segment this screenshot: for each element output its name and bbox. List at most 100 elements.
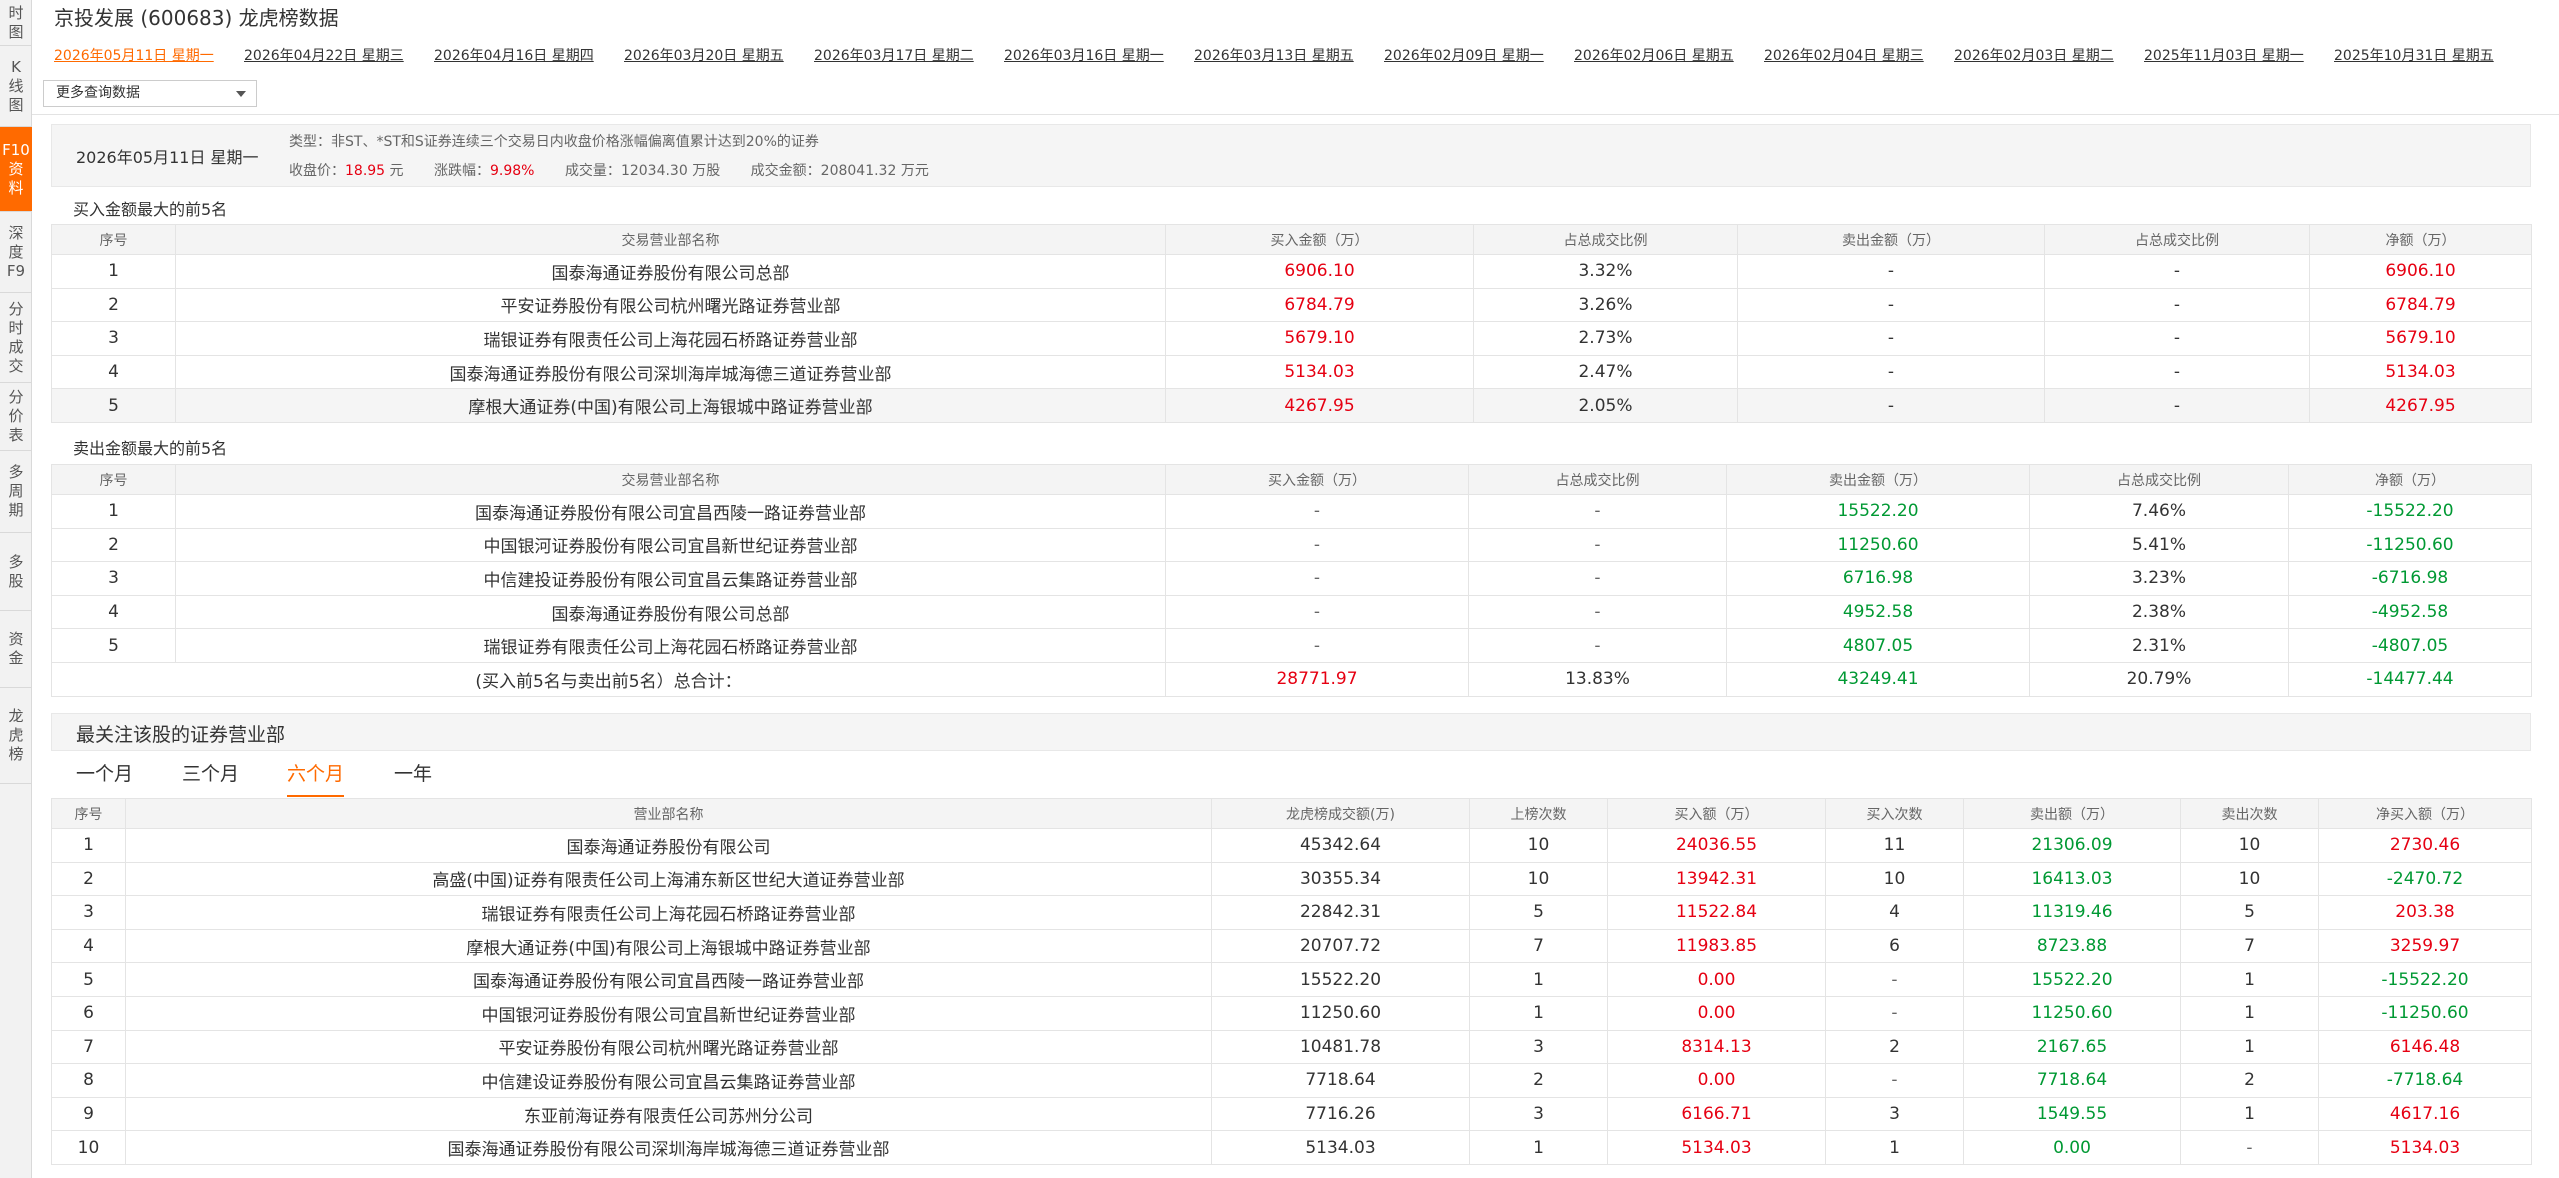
sidebar-item[interactable]: 分时成交 bbox=[0, 293, 32, 383]
table-cell: 6 bbox=[1825, 928, 1964, 964]
table-row[interactable]: 5 摩根大通证券(中国)有限公司上海银城中路证券营业部 4267.95 2.05% - -… bbox=[51, 388, 2532, 423]
table-cell: 5 bbox=[51, 962, 126, 997]
table-row[interactable]: 1 国泰海通证券股份有限公司宜昌西陵一路证券营业部 - -15522.20 7.46% -… bbox=[51, 494, 2532, 529]
column-header: 上榜次数 bbox=[1469, 798, 1608, 829]
table-cell: 0.00 bbox=[1607, 1063, 1826, 1098]
table-row[interactable]: 2 高盛(中国)证券有限责任公司上海浦东新区世纪大道证券营业部 30355.34 10… bbox=[51, 861, 2532, 897]
date-tab[interactable]: 2026年02月06日 星期五 bbox=[1574, 45, 1734, 67]
table-cell: - bbox=[1825, 995, 1964, 1031]
table-cell: - bbox=[2044, 254, 2310, 289]
close-price-value: 18.95 bbox=[345, 163, 386, 179]
table-header-row: 序号 营业部名称 龙虎榜成交额(万) 上榜次数 买入额（万） 买入次数 卖出额（万） 卖出次数… bbox=[51, 798, 2532, 829]
table-cell: 瑞银证券有限责任公司上海花园石桥路证券营业部 bbox=[175, 628, 1166, 663]
period-tab[interactable]: 一个月 bbox=[76, 760, 133, 788]
table-row[interactable]: 3 瑞银证券有限责任公司上海花园石桥路证券营业部 22842.31 5 11522.84… bbox=[51, 895, 2532, 930]
column-header: 买入次数 bbox=[1825, 798, 1964, 829]
table-cell: 7718.64 bbox=[1963, 1063, 2181, 1098]
column-header: 卖出金额（万） bbox=[1726, 464, 2030, 495]
table-row[interactable]: 2 中国银河证券股份有限公司宜昌新世纪证券营业部 - -11250.60 5.41% -1… bbox=[51, 527, 2532, 563]
table-row[interactable]: 1 国泰海通证券股份有限公司 45342.64 10 24036.55 11 21306.0… bbox=[51, 828, 2532, 863]
total-cell: 43249.41 bbox=[1726, 661, 2030, 697]
total-cell: 20.79% bbox=[2029, 661, 2289, 697]
sidebar-item-label: F10 bbox=[2, 140, 30, 159]
sidebar-item-label: 深 bbox=[8, 223, 24, 242]
date-tab[interactable]: 2026年03月16日 星期一 bbox=[1004, 45, 1164, 67]
table-row[interactable]: 10 国泰海通证券股份有限公司深圳海岸城海德三道证券营业部 5134.03 1 5134… bbox=[51, 1130, 2532, 1165]
total-label: (买入前5名与卖出前5名）总合计： bbox=[51, 661, 1166, 697]
date-tab[interactable]: 2026年04月16日 星期四 bbox=[434, 45, 594, 67]
table-row[interactable]: 4 摩根大通证券(中国)有限公司上海银城中路证券营业部 20707.72 7 11983… bbox=[51, 928, 2532, 964]
date-tab[interactable]: 2026年03月13日 星期五 bbox=[1194, 45, 1354, 67]
table-cell: 2 bbox=[1469, 1063, 1608, 1098]
left-tool-sidebar: 时图 K 线图 F10 资料深度 F9 分时成交分价表多周期多股资金龙虎榜 bbox=[0, 0, 32, 1178]
date-tab[interactable]: 2026年03月17日 星期二 bbox=[814, 45, 974, 67]
table-cell: 6906.10 bbox=[2309, 254, 2532, 289]
table-cell: - bbox=[1165, 561, 1469, 596]
column-header: 卖出次数 bbox=[2180, 798, 2319, 829]
date-tab[interactable]: 2026年02月03日 星期二 bbox=[1954, 45, 2114, 67]
table-cell: 2730.46 bbox=[2318, 828, 2532, 863]
more-query-dropdown[interactable]: 更多查询数据 bbox=[43, 80, 257, 107]
table-cell: 5 bbox=[2180, 895, 2319, 930]
table-row[interactable]: 5 瑞银证券有限责任公司上海花园石桥路证券营业部 - -4807.05 2.31% -48… bbox=[51, 628, 2532, 663]
column-header: 龙虎榜成交额(万) bbox=[1211, 798, 1470, 829]
sidebar-item[interactable]: 时图 bbox=[0, 0, 32, 46]
table-cell: 4 bbox=[51, 354, 176, 390]
table-row[interactable]: 9 东亚前海证券有限责任公司苏州分公司 7716.26 3 6166.71 3 1549.5… bbox=[51, 1096, 2532, 1132]
total-row: (买入前5名与卖出前5名）总合计： 28771.97 13.83% 43249.41 2… bbox=[51, 661, 2532, 697]
table-cell: 11522.84 bbox=[1607, 895, 1826, 930]
sidebar-item[interactable]: 资金 bbox=[0, 611, 32, 688]
date-tab[interactable]: 2026年05月11日 星期一 bbox=[54, 45, 214, 67]
date-tab[interactable]: 2026年02月09日 星期一 bbox=[1384, 45, 1544, 67]
table-cell: - bbox=[1468, 561, 1727, 596]
table-cell: 10481.78 bbox=[1211, 1029, 1470, 1065]
sidebar-item[interactable]: F10 资料 bbox=[0, 127, 32, 212]
date-tab[interactable]: 2026年02月04日 星期三 bbox=[1764, 45, 1924, 67]
table-row[interactable]: 1 国泰海通证券股份有限公司总部 6906.10 3.32% - -6906.10 bbox=[51, 254, 2532, 289]
table-cell: 中信建设证券股份有限公司宜昌云集路证券营业部 bbox=[125, 1063, 1212, 1098]
period-tab[interactable]: 一年 bbox=[394, 760, 432, 788]
period-tab[interactable]: 三个月 bbox=[182, 760, 239, 788]
table-row[interactable]: 3 中信建投证券股份有限公司宜昌云集路证券营业部 - -6716.98 3.23% -67… bbox=[51, 561, 2532, 596]
table-row[interactable]: 4 国泰海通证券股份有限公司深圳海岸城海德三道证券营业部 5134.03 2.47% -… bbox=[51, 354, 2532, 390]
sidebar-item-label: 料 bbox=[8, 178, 24, 197]
table-cell: 7 bbox=[1469, 928, 1608, 964]
table-row[interactable]: 6 中国银河证券股份有限公司宜昌新世纪证券营业部 11250.60 1 0.00-112… bbox=[51, 995, 2532, 1031]
table-row[interactable]: 8 中信建设证券股份有限公司宜昌云集路证券营业部 7718.64 2 0.00-7718… bbox=[51, 1063, 2532, 1098]
caret-down-icon bbox=[236, 91, 246, 97]
type-label: 类型： bbox=[289, 134, 331, 150]
table-row[interactable]: 7 平安证券股份有限公司杭州曙光路证券营业部 10481.78 3 8314.13 2 21… bbox=[51, 1029, 2532, 1065]
column-header: 序号 bbox=[51, 464, 176, 495]
table-cell: - bbox=[1165, 628, 1469, 663]
table-row[interactable]: 5 国泰海通证券股份有限公司宜昌西陵一路证券营业部 15522.20 1 0.00-15… bbox=[51, 962, 2532, 997]
sidebar-item-label: 时 bbox=[8, 318, 24, 337]
sidebar-item[interactable]: K线图 bbox=[0, 46, 32, 127]
period-tab[interactable]: 六个月 bbox=[287, 760, 345, 797]
sidebar-item[interactable]: 深度 F9 bbox=[0, 212, 32, 293]
table-cell: - bbox=[2180, 1130, 2319, 1165]
table-cell: 国泰海通证券股份有限公司深圳海岸城海德三道证券营业部 bbox=[125, 1130, 1212, 1165]
column-header: 交易营业部名称 bbox=[175, 464, 1166, 495]
date-tab[interactable]: 2025年11月03日 星期一 bbox=[2144, 45, 2304, 67]
date-tab[interactable]: 2026年04月22日 星期三 bbox=[244, 45, 404, 67]
table-cell: 1 bbox=[2180, 1096, 2319, 1132]
change-value: 9.98% bbox=[490, 163, 535, 179]
sidebar-item[interactable]: 分价表 bbox=[0, 383, 32, 451]
table-cell: 11250.60 bbox=[1963, 995, 2181, 1031]
table-row[interactable]: 2 平安证券股份有限公司杭州曙光路证券营业部 6784.79 3.26% - -6784.… bbox=[51, 287, 2532, 323]
sidebar-item[interactable]: 多周期 bbox=[0, 451, 32, 533]
table-cell: -2470.72 bbox=[2318, 861, 2532, 897]
table-cell: 3 bbox=[1469, 1096, 1608, 1132]
table-cell: 6146.48 bbox=[2318, 1029, 2532, 1065]
table-cell: 2.47% bbox=[1473, 354, 1738, 390]
table-cell: 国泰海通证券股份有限公司总部 bbox=[175, 594, 1166, 630]
table-cell: 21306.09 bbox=[1963, 828, 2181, 863]
date-tab[interactable]: 2026年03月20日 星期五 bbox=[624, 45, 784, 67]
table-row[interactable]: 3 瑞银证券有限责任公司上海花园石桥路证券营业部 5679.10 2.73% - -567… bbox=[51, 321, 2532, 356]
date-tab[interactable]: 2025年10月31日 星期五 bbox=[2334, 45, 2494, 67]
column-header: 净额（万） bbox=[2288, 464, 2532, 495]
column-header: 交易营业部名称 bbox=[175, 224, 1166, 255]
sidebar-item[interactable]: 多股 bbox=[0, 533, 32, 611]
sidebar-item[interactable]: 龙虎榜 bbox=[0, 688, 32, 784]
table-row[interactable]: 4 国泰海通证券股份有限公司总部 - -4952.58 2.38% -4952.58 bbox=[51, 594, 2532, 630]
